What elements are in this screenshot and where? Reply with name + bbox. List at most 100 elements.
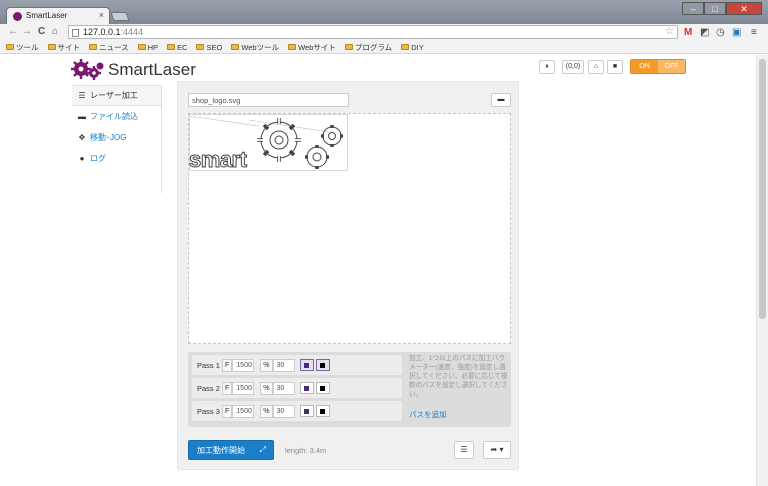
forward-icon[interactable]: → (22, 26, 32, 37)
sidebar-item-label: 移動･JOG (90, 133, 127, 142)
sidebar-item-label: ログ (90, 154, 106, 163)
feed-tag: F (222, 404, 233, 418)
bookmark-folder[interactable]: HP (137, 41, 158, 53)
bookmark-star-icon[interactable]: ☆ (665, 26, 674, 37)
color-swatch (320, 408, 326, 414)
bookmarks-bar: ツール サイト ニュース HP EC SEO Webツール Webサイト プログ… (0, 41, 768, 54)
feed-input[interactable]: 1500 (232, 404, 255, 418)
sidebar-item-label: レーザー加工 (90, 91, 138, 100)
coords-button[interactable]: (0,0) (562, 60, 584, 74)
bookmark-folder[interactable]: サイト (47, 41, 80, 53)
bookmark-folder[interactable]: ニュース (89, 41, 129, 53)
pause-button[interactable]: ⏸ (539, 60, 555, 74)
pass-row: Pass 2 F 1500 % 30 (192, 378, 402, 398)
tab-close-icon[interactable]: × (99, 10, 104, 20)
folder-icon (344, 44, 353, 50)
tab-strip: SmartLaser × – □ ✕ (0, 0, 768, 24)
color-swatch (304, 408, 310, 414)
toggle-on[interactable]: ON (631, 60, 658, 73)
reload-icon[interactable]: C (38, 26, 45, 37)
open-file-button[interactable]: ▬ (491, 93, 511, 107)
extension-icon[interactable]: ◩ (700, 27, 709, 38)
job-preview-canvas[interactable]: smart (188, 113, 511, 344)
scrollbar-thumb[interactable] (759, 59, 766, 319)
pass-hint-text: 加工、1つ以上のパスに加工パラメーター(速度、強度)を設定し選択してください。必… (409, 355, 508, 398)
new-tab-button[interactable] (110, 12, 130, 21)
color-black-button[interactable] (315, 359, 330, 371)
home-icon: ⌂ (593, 63, 599, 70)
feed-input[interactable]: 1500 (232, 381, 255, 395)
pass-settings: Pass 1 F 1500 % 30 Pass 2 F 1500 % 30 Pa… (188, 352, 511, 427)
sidebar-item-jog[interactable]: ✥ 移動･JOG (72, 127, 161, 148)
brand-name: SmartLaser (108, 60, 196, 79)
gears-logo-icon (71, 59, 104, 80)
bookmark-folder[interactable]: EC (167, 41, 187, 53)
share-icon: ➦ ▾ (490, 445, 504, 454)
folder-icon (6, 44, 14, 50)
add-path-link[interactable]: パスを追加 (409, 409, 447, 420)
laser-job-panel: shop_logo.svg ▬ smart Pass 1 F 1500 % 30… (177, 81, 519, 470)
stop-icon: ■ (612, 63, 618, 70)
pass-row: Pass 1 F 1500 % 30 (192, 355, 402, 375)
minimize-button[interactable]: – (682, 2, 704, 15)
power-input[interactable]: 30 (272, 381, 295, 395)
folder-icon (137, 44, 146, 50)
start-job-label: 加工動作開始 (197, 445, 245, 455)
color-swatch (320, 362, 326, 368)
power-tag: % (260, 358, 273, 372)
extension-blue-icon[interactable]: ▣ (732, 27, 741, 38)
file-name-field[interactable]: shop_logo.svg (188, 93, 349, 107)
bookmark-folder[interactable]: Webツール (231, 41, 279, 53)
power-toggle[interactable]: ON OFF (630, 59, 686, 74)
sidebar-item-log[interactable]: ● ログ (72, 148, 161, 169)
home-button[interactable]: ⌂ (588, 60, 604, 74)
folder-icon (89, 44, 97, 50)
maximize-button[interactable]: □ (704, 2, 726, 15)
list-button[interactable]: ☰ (454, 441, 474, 459)
folder-icon (288, 44, 297, 50)
sidebar-item-label: ファイル読込 (90, 112, 138, 121)
page-scrollbar[interactable] (756, 55, 768, 486)
home-icon[interactable]: ⌂ (52, 26, 58, 37)
back-icon[interactable]: ← (8, 26, 18, 37)
favicon-icon (13, 12, 22, 21)
bookmark-folder[interactable]: プログラム (344, 41, 392, 53)
list-icon: ☰ (460, 445, 468, 454)
address-bar[interactable]: 127.0.0.1:4444 ☆ (68, 25, 678, 39)
bookmark-folder[interactable]: Webサイト (288, 41, 336, 53)
color-purple-button[interactable] (299, 382, 314, 394)
browser-toolbar: ← → C ⌂ 127.0.0.1:4444 ☆ M ◩ ◷ ▣ ≡ (0, 24, 768, 41)
color-black-button[interactable] (315, 405, 330, 417)
browser-tab[interactable]: SmartLaser × (6, 7, 110, 24)
power-input[interactable]: 30 (272, 404, 295, 418)
sidebar-item-laser[interactable]: ☰ レーザー加工 (72, 85, 161, 106)
sidebar-item-file[interactable]: ▬ ファイル読込 (72, 106, 161, 127)
app-page: SmartLaser ⏸ (0,0) ⌂ ■ ON OFF ☰ レーザー加工 ▬… (0, 55, 768, 486)
color-purple-button[interactable] (299, 359, 314, 371)
color-swatch (304, 362, 310, 368)
stop-button[interactable]: ■ (607, 60, 623, 74)
timer-icon[interactable]: ◷ (716, 27, 725, 38)
feed-input[interactable]: 1500 (232, 358, 255, 372)
toggle-off[interactable]: OFF (658, 60, 685, 73)
folder-icon (167, 44, 176, 50)
share-dropdown-button[interactable]: ➦ ▾ (483, 441, 511, 459)
bookmark-folder[interactable]: SEO (196, 41, 222, 53)
close-window-button[interactable]: ✕ (726, 2, 762, 15)
menu-icon[interactable]: ≡ (751, 27, 757, 38)
color-black-button[interactable] (315, 382, 330, 394)
clock-icon: ● (79, 154, 85, 163)
logo-preview-text: smart (188, 147, 247, 173)
pause-icon: ⏸ (545, 63, 549, 70)
bookmark-folder[interactable]: ツール (6, 41, 39, 53)
start-job-button[interactable]: 加工動作開始 ⤢ (188, 440, 274, 460)
folder-open-icon: ▬ (497, 96, 505, 103)
gmail-icon[interactable]: M (684, 27, 692, 38)
bookmark-folder[interactable]: DIY (401, 41, 424, 53)
page-icon (72, 29, 79, 37)
expand-icon: ⤢ (259, 445, 266, 454)
power-input[interactable]: 30 (272, 358, 295, 372)
folder-icon (196, 44, 205, 50)
color-swatch (320, 385, 326, 391)
color-purple-button[interactable] (299, 405, 314, 417)
